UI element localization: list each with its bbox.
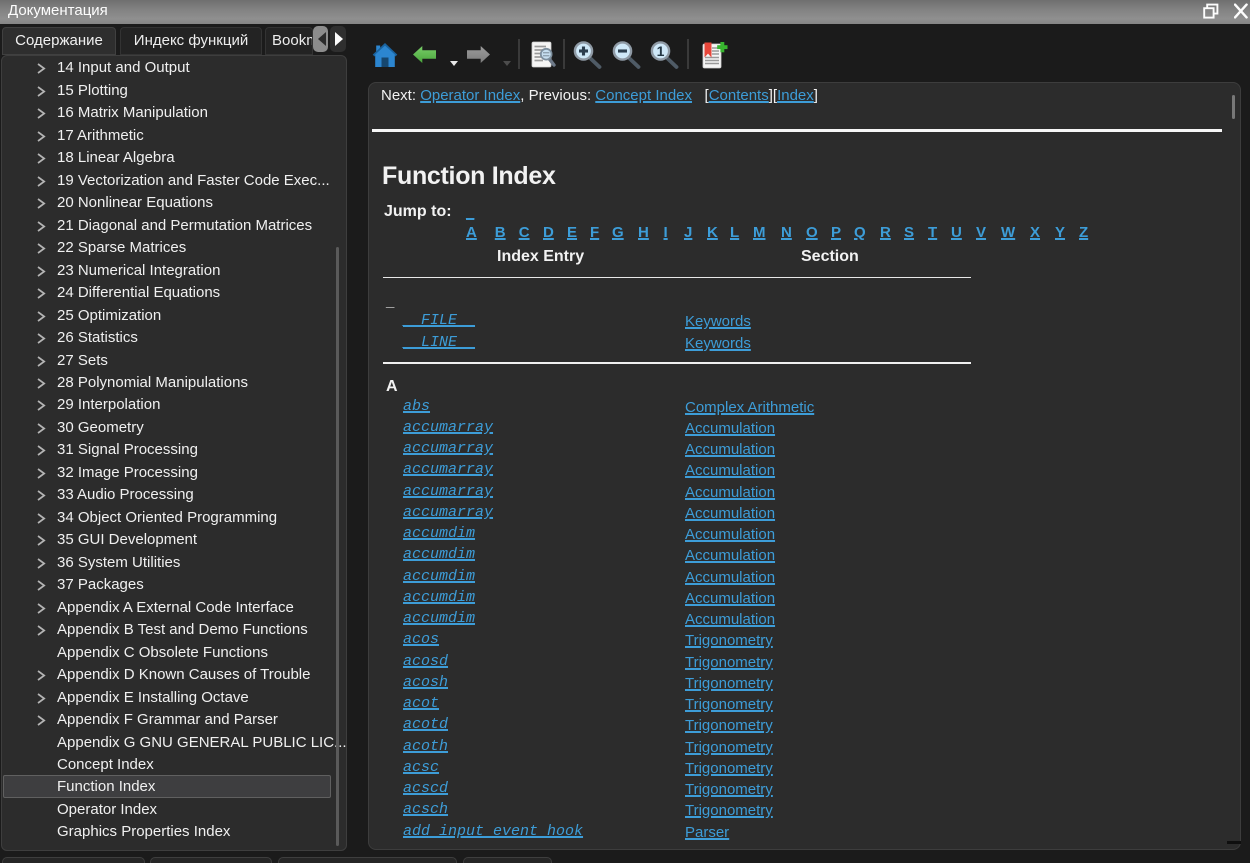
svg-text:1: 1 — [657, 43, 665, 59]
